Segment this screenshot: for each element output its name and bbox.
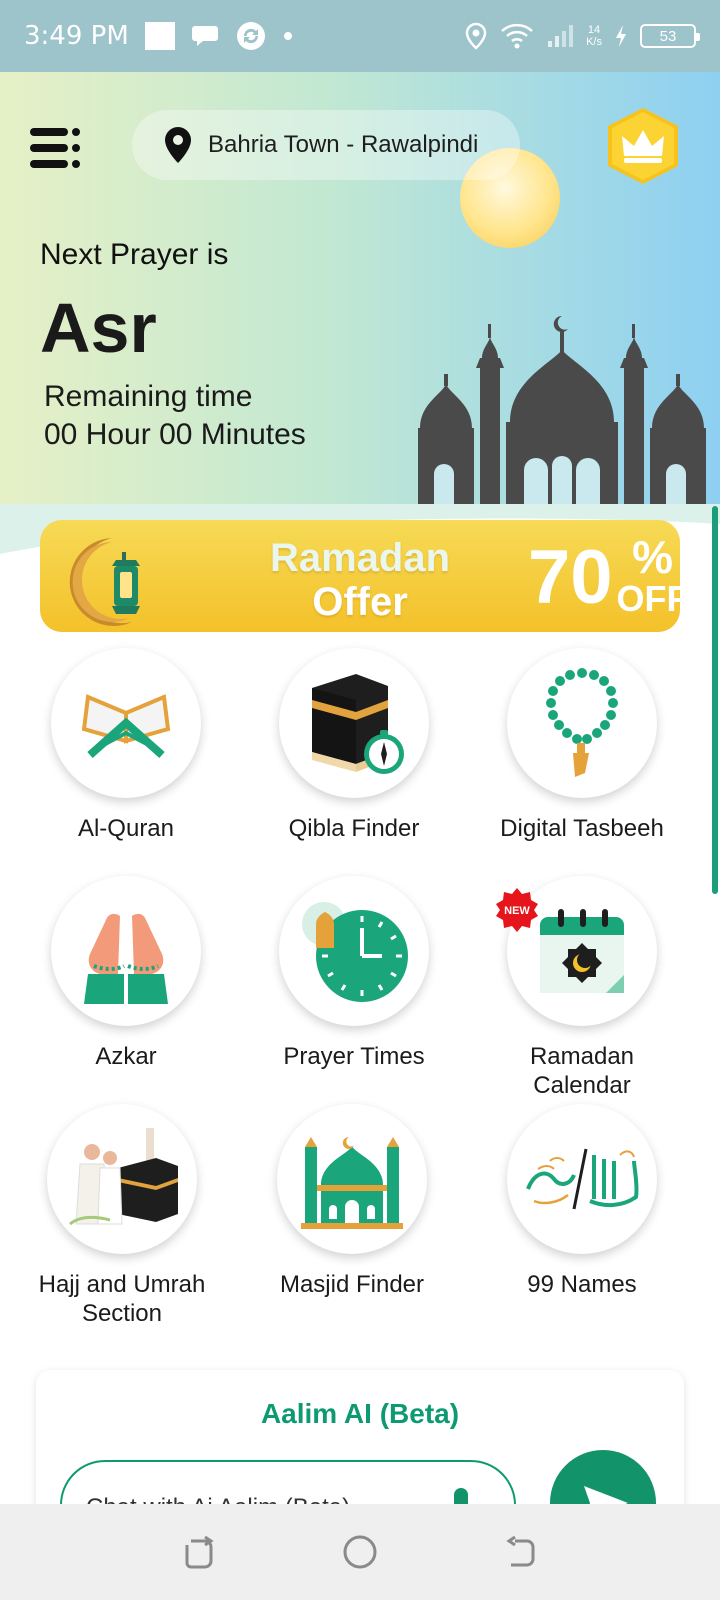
feature-azkar[interactable]: Azkar [10,876,242,1071]
notification-square-icon [144,22,175,50]
prayer-hero: Bahria Town - Rawalpindi Next Prayer is … [0,72,720,504]
feature-label: Digital Tasbeeh [500,815,664,842]
feature-label: Azkar [95,1043,157,1070]
banner-title-line1: Ramadan [269,536,451,580]
feature-icon-circle [507,1104,657,1254]
banner-discount: 70 % OFF [528,534,680,621]
sync-app-icon [236,22,265,50]
discount-suffix: % OFF [616,530,680,620]
home-circle-icon [343,1535,377,1569]
feature-99-names[interactable]: 99 Names [466,1104,698,1299]
feature-icon-circle [51,648,201,798]
feature-label: Ramadan Calendar [529,1043,635,1099]
status-time: 3:49 PM [24,21,129,51]
location-status-icon [465,22,487,50]
feature-masjid-finder[interactable]: Masjid Finder [236,1104,468,1299]
feature-icon-circle [277,1104,427,1254]
calendar-icon [540,909,624,993]
discount-value: 70 [528,535,613,620]
battery-indicator: 53 [640,24,700,48]
feature-icon-circle: NEW [496,876,657,1026]
feature-digital-tasbeeh[interactable]: Digital Tasbeeh [466,648,698,843]
recent-apps-icon [185,1535,214,1569]
banner-title-line2: Offer [312,580,408,624]
crown-icon [608,108,678,184]
location-label: Bahria Town - Rawalpindi [208,131,479,158]
status-bar: 3:49 PM 14 K/s 53 [0,0,720,72]
next-prayer-name: Asr [40,289,157,367]
percent-sign: % [632,530,673,583]
speed-value: 14 [587,24,601,36]
feature-icon-circle [279,876,429,1026]
tasbeeh-icon [546,668,618,777]
ai-card-title: Aalim AI (Beta) [260,1398,460,1429]
recent-apps-button[interactable] [175,1527,225,1577]
off-label: OFF [616,577,680,619]
feature-al-quran[interactable]: Al-Quran [10,648,242,843]
remaining-time-label: Remaining time [44,380,253,413]
next-prayer-label: Next Prayer is [40,238,229,271]
feature-label: 99 Names [527,1271,637,1298]
location-selector[interactable]: Bahria Town - Rawalpindi [132,110,520,180]
system-navigation-bar [0,1504,720,1600]
feature-qibla-finder[interactable]: Qibla Finder [238,648,470,843]
location-pin-icon [165,127,191,163]
feature-label: Al-Quran [77,815,175,842]
feature-label: Masjid Finder [279,1271,425,1298]
clock-icon [302,902,408,1002]
new-badge-icon: NEW [496,888,538,932]
praying-hands-icon [84,913,168,1004]
quran-icon [81,694,171,758]
feature-icon-circle [279,648,429,798]
back-button[interactable] [495,1527,545,1577]
mosque-illustration [418,316,706,504]
remaining-time-value: 00 Hour 00 Minutes [44,418,306,451]
home-button[interactable] [335,1527,385,1577]
crescent-lantern-icon [69,538,140,626]
charging-icon [616,25,626,47]
menu-button[interactable] [28,126,84,170]
dot-icon [283,32,292,40]
feature-icon-circle [507,648,657,798]
wifi-icon [501,23,533,49]
feature-label: Prayer Times [283,1043,425,1070]
banner-title: Ramadan Offer [210,536,510,624]
calligraphy-icon [526,1148,639,1210]
premium-button[interactable] [606,106,680,186]
kaaba-compass-icon [312,674,404,774]
scrollbar[interactable] [712,506,718,894]
ramadan-offer-banner[interactable]: Ramadan Offer 70 % OFF [40,520,680,632]
feature-ramadan-calendar[interactable]: NEW Ramadan Calendar [466,876,698,1100]
signal-icon [548,25,574,47]
back-icon [506,1535,535,1567]
speed-unit: K/s [586,36,602,48]
network-speed: 14 K/s [586,24,602,48]
mosque-icon [301,1136,403,1229]
feature-icon-circle [51,876,201,1026]
feature-prayer-times[interactable]: Prayer Times [238,876,470,1071]
menu-icon [30,128,80,168]
new-badge-label: NEW [504,905,530,917]
feature-label: Qibla Finder [288,815,420,842]
hajj-icon [69,1128,178,1226]
chat-bubble-icon [191,26,218,46]
feature-hajj-umrah[interactable]: Hajj and Umrah Section [6,1104,238,1328]
feature-icon-circle [47,1104,197,1254]
feature-label: Hajj and Umrah Section [38,1271,206,1327]
